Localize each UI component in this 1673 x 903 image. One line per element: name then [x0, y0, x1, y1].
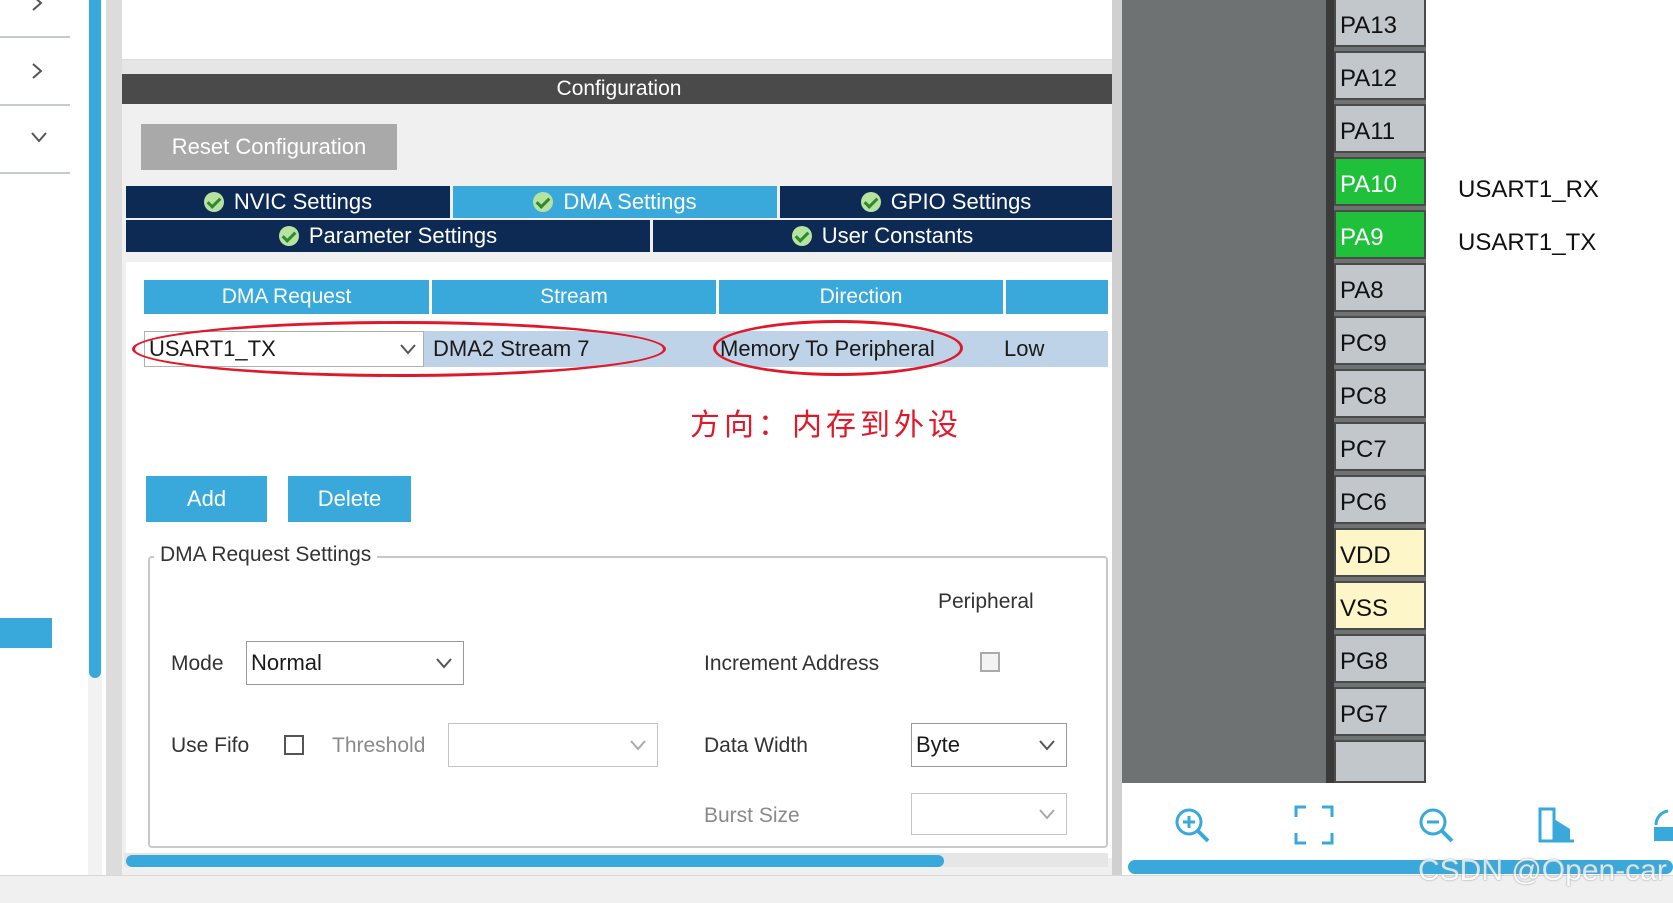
chevron-down-icon: [630, 740, 646, 751]
mode-label: Mode: [171, 652, 224, 675]
fit-screen-icon[interactable]: [1294, 805, 1334, 845]
increment-address-label: Increment Address: [704, 652, 880, 675]
pin-partial[interactable]: [1334, 740, 1426, 783]
data-width-value: Byte: [916, 732, 961, 757]
chevron-down-icon: [436, 658, 452, 669]
pin-pg8[interactable]: PG8: [1334, 634, 1426, 683]
check-circle-icon: [860, 192, 881, 212]
increment-address-checkbox[interactable]: [980, 652, 1000, 672]
burst-size-select[interactable]: [911, 793, 1067, 835]
zoom-out-icon[interactable]: [1416, 805, 1456, 845]
peripheral-column-label: Peripheral: [938, 590, 1034, 613]
check-circle-icon: [203, 192, 224, 212]
panel-gap: [122, 60, 1116, 74]
chevron-right-icon: [32, 0, 43, 11]
tab-label: NVIC Settings: [233, 189, 373, 214]
rotate-icon[interactable]: [1650, 805, 1673, 845]
threshold-select[interactable]: [448, 723, 658, 767]
direction-annotation: 方向：内存到外设: [690, 408, 962, 443]
pin-vss[interactable]: VSS: [1334, 581, 1426, 630]
use-fifo-checkbox[interactable]: [284, 735, 304, 755]
tab-label: Parameter Settings: [308, 223, 498, 248]
pin-pc9[interactable]: PC9: [1334, 316, 1426, 365]
chip-edge: [1326, 0, 1334, 783]
configuration-header: Configuration: [122, 74, 1116, 104]
sidebar-collapse-item[interactable]: [0, 106, 70, 174]
panel-divider[interactable]: [106, 0, 122, 875]
chevron-down-icon: [1039, 740, 1055, 751]
watermark: CSDN @Open-car: [1418, 854, 1667, 887]
pin-pc8[interactable]: PC8: [1334, 369, 1426, 418]
sidebar-selected-item[interactable]: [0, 618, 52, 648]
pin-function-label: USART1_TX: [1458, 229, 1597, 256]
chevron-down-icon: [31, 132, 47, 143]
panel-divider[interactable]: [1112, 0, 1122, 875]
pin-label-area: [1426, 0, 1673, 783]
tab-gpio-settings[interactable]: GPIO Settings: [780, 186, 1112, 218]
column-header-priority[interactable]: [1006, 280, 1108, 314]
use-fifo-label: Use Fifo: [171, 734, 250, 757]
mode-value: Normal: [251, 650, 322, 675]
column-header-direction[interactable]: Direction: [719, 280, 1003, 314]
tab-label: User Constants: [821, 223, 974, 248]
chevron-down-icon: [1039, 809, 1055, 820]
export-icon[interactable]: [1536, 805, 1576, 845]
check-circle-icon: [278, 226, 299, 246]
red-highlight-ellipse: [713, 320, 963, 376]
mode-panel: [122, 0, 1116, 60]
pin-pc6[interactable]: PC6: [1334, 475, 1426, 524]
column-header-dma-request[interactable]: DMA Request: [144, 280, 429, 314]
chevron-right-icon: [32, 63, 43, 79]
add-button[interactable]: Add: [146, 476, 267, 522]
pin-pa8[interactable]: PA8: [1334, 263, 1426, 312]
horizontal-scrollbar-thumb[interactable]: [126, 855, 944, 867]
sidebar-expand-item[interactable]: [0, 38, 70, 106]
left-sidebar: [0, 0, 88, 875]
sidebar-scrollbar-thumb[interactable]: [89, 0, 101, 678]
pin-pa11[interactable]: PA11: [1334, 104, 1426, 153]
red-highlight-ellipse: [132, 321, 666, 377]
mode-select[interactable]: Normal: [246, 641, 464, 685]
tab-label: DMA Settings: [563, 189, 697, 214]
data-width-select[interactable]: Byte: [911, 723, 1067, 767]
reset-configuration-button[interactable]: Reset Configuration: [141, 124, 397, 170]
tab-nvic-settings[interactable]: NVIC Settings: [126, 186, 450, 218]
pin-pa12[interactable]: PA12: [1334, 51, 1426, 100]
tab-label: GPIO Settings: [890, 189, 1032, 214]
pin-pa10[interactable]: PA10: [1334, 157, 1426, 206]
zoom-in-icon[interactable]: [1172, 805, 1212, 845]
dma-request-settings-title: DMA Request Settings: [154, 543, 378, 567]
pin-pc7[interactable]: PC7: [1334, 422, 1426, 471]
threshold-label: Threshold: [332, 734, 426, 757]
data-width-label: Data Width: [704, 734, 808, 757]
pin-vdd[interactable]: VDD: [1334, 528, 1426, 577]
delete-button[interactable]: Delete: [288, 476, 411, 522]
pin-pa13[interactable]: PA13: [1334, 0, 1426, 47]
priority-cell: Low: [1004, 336, 1045, 361]
burst-size-label: Burst Size: [704, 804, 800, 827]
tab-parameter-settings[interactable]: Parameter Settings: [126, 220, 650, 252]
sidebar-expand-item[interactable]: [0, 0, 70, 38]
column-header-stream[interactable]: Stream: [432, 280, 716, 314]
check-circle-icon: [533, 192, 554, 212]
pin-pa9[interactable]: PA9: [1334, 210, 1426, 259]
tab-dma-settings[interactable]: DMA Settings: [453, 186, 777, 218]
tab-user-constants[interactable]: User Constants: [653, 220, 1112, 252]
pin-pg7[interactable]: PG7: [1334, 687, 1426, 736]
check-circle-icon: [791, 226, 812, 246]
pin-function-label: USART1_RX: [1458, 176, 1599, 203]
